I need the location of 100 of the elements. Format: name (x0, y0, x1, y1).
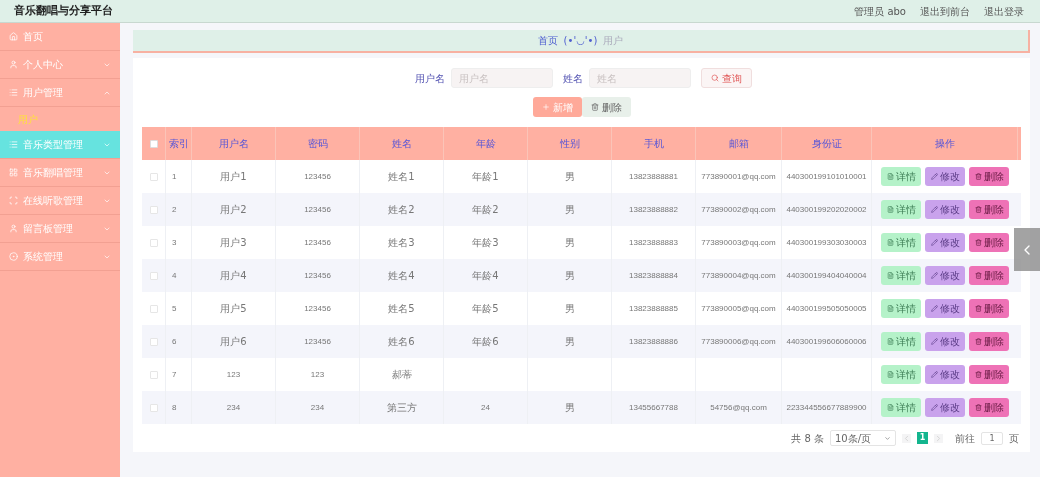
side-collapse-button[interactable] (1014, 228, 1040, 271)
search-button[interactable]: 查询 (701, 68, 752, 88)
delete-button[interactable]: 删除 (969, 200, 1009, 219)
search-icon (711, 74, 719, 82)
checkbox[interactable] (149, 139, 158, 148)
table-cell: 440300199404040004 (786, 269, 867, 282)
document-icon (886, 305, 894, 312)
checkbox[interactable] (149, 172, 158, 181)
edit-button[interactable]: 修改 (925, 167, 965, 186)
pencil-icon (930, 305, 938, 312)
table-cell-text: 男 (564, 236, 575, 250)
trash-icon (590, 103, 599, 111)
page-size-select[interactable]: 10条/页 (830, 430, 896, 446)
table-cell-text: 姓名6 (388, 335, 415, 349)
table-cell: 13823888885 (629, 302, 678, 315)
delete-button[interactable]: 删除 (581, 97, 631, 117)
table-cell: 123 (310, 368, 325, 381)
detail-button[interactable]: 详情 (881, 167, 921, 186)
checkbox[interactable] (149, 304, 158, 313)
table-cell: 5 (172, 302, 177, 315)
list-icon (9, 140, 18, 149)
detail-button[interactable]: 详情 (881, 332, 921, 351)
detail-button[interactable]: 详情 (881, 299, 921, 318)
scan-icon (9, 196, 18, 205)
delete-button[interactable]: 删除 (969, 299, 1009, 318)
table-cell-text: 用户3 (220, 236, 247, 250)
table-cell-text: 用户2 (220, 203, 247, 217)
checkbox[interactable] (149, 205, 158, 214)
table-cell: 6 (172, 335, 177, 348)
checkbox[interactable] (149, 403, 158, 412)
delete-button[interactable]: 删除 (969, 167, 1009, 186)
table-cell: 440300199303030003 (786, 236, 867, 249)
trash-icon (974, 305, 982, 312)
edit-button[interactable]: 修改 (925, 233, 965, 252)
table-cell: 123 (226, 368, 241, 381)
delete-button[interactable]: 删除 (969, 332, 1009, 351)
table-cell: 8 (172, 401, 177, 414)
table-cell-text: 男 (564, 269, 575, 283)
table-cell-text: 用户6 (220, 335, 247, 349)
table-cell: 13823888883 (629, 236, 678, 249)
total-count: 共 8 条 (791, 431, 824, 446)
detail-button[interactable]: 详情 (881, 365, 921, 384)
table-cell: 773890003@qq.com (701, 236, 776, 249)
header-link[interactable]: 管理员 abo (854, 3, 906, 19)
goto-suffix: 页 (1009, 431, 1019, 446)
table-cell-text: 郝蒂 (391, 368, 412, 382)
field-label: 用户名 (415, 71, 445, 86)
page-input[interactable]: 1 (981, 431, 1003, 445)
table-cell: 13823888884 (629, 269, 678, 282)
table-cell: 440300199202020002 (786, 203, 867, 216)
pencil-icon (930, 404, 938, 411)
table-cell-text: 姓名5 (388, 302, 415, 316)
table-cell: 123456 (304, 269, 331, 282)
edit-button[interactable]: 修改 (925, 266, 965, 285)
delete-button[interactable]: 删除 (969, 233, 1009, 252)
circle-icon (9, 252, 18, 261)
field-label: 姓名 (563, 71, 583, 86)
checkbox[interactable] (149, 238, 158, 247)
header-link[interactable]: 退出到前台 (920, 3, 970, 19)
table-cell: 123456 (304, 170, 331, 183)
delete-button[interactable]: 删除 (969, 266, 1009, 285)
breadcrumb-link[interactable]: 首页 (537, 33, 558, 48)
table-cell-text: 姓名3 (388, 236, 415, 250)
delete-button[interactable]: 删除 (969, 398, 1009, 417)
detail-button[interactable]: 详情 (881, 200, 921, 219)
table-cell-text: 用户1 (220, 170, 247, 184)
edit-button[interactable]: 修改 (925, 365, 965, 384)
checkbox[interactable] (149, 271, 158, 280)
document-icon (886, 371, 894, 378)
table-cell: 123456 (304, 335, 331, 348)
next-page-icon[interactable] (934, 433, 943, 443)
chevron-down-icon (884, 434, 891, 442)
person-icon (9, 60, 18, 69)
document-icon (886, 239, 894, 246)
table-cell: 13823888882 (629, 203, 678, 216)
table-cell-text: 年龄6 (472, 335, 499, 349)
pencil-icon (930, 338, 938, 345)
table-cell-text: 用户4 (220, 269, 247, 283)
checkbox[interactable] (149, 370, 158, 379)
table-cell: 773890001@qq.com (701, 170, 776, 183)
detail-button[interactable]: 详情 (881, 266, 921, 285)
table-cell: 123456 (304, 302, 331, 315)
header-link[interactable]: 退出登录 (984, 3, 1024, 19)
table-cell: 1 (172, 170, 177, 183)
detail-button[interactable]: 详情 (881, 398, 921, 417)
edit-button[interactable]: 修改 (925, 200, 965, 219)
list-icon (9, 88, 18, 97)
edit-button[interactable]: 修改 (925, 398, 965, 417)
edit-button[interactable]: 修改 (925, 332, 965, 351)
edit-button[interactable]: 修改 (925, 299, 965, 318)
page-button[interactable]: 1 (917, 432, 928, 444)
table-cell-text: 年龄3 (472, 236, 499, 250)
breadcrumb-current: 用户 (603, 34, 624, 48)
previous-page-icon[interactable] (902, 433, 911, 443)
delete-button[interactable]: 删除 (969, 365, 1009, 384)
table-cell: 7 (172, 368, 177, 381)
checkbox[interactable] (149, 337, 158, 346)
table-cell: 13823888886 (629, 335, 678, 348)
table-cell: 3 (172, 236, 177, 249)
detail-button[interactable]: 详情 (881, 233, 921, 252)
